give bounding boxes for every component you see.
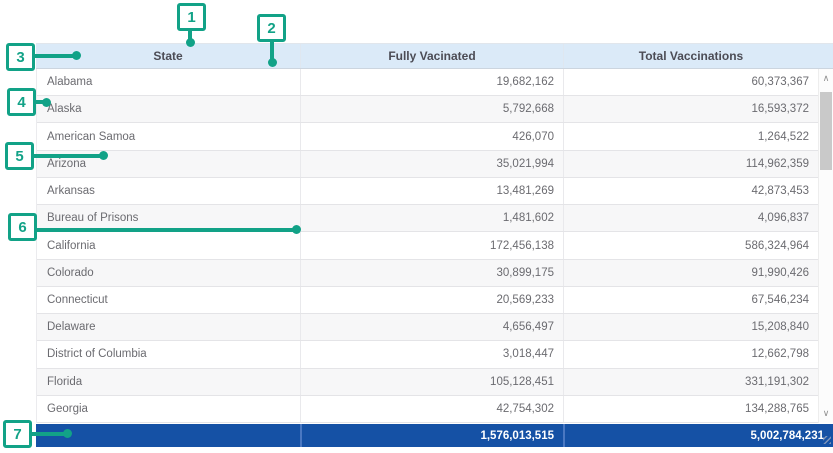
table-row[interactable]: Delaware 4,656,497 15,208,840 bbox=[37, 314, 818, 341]
table-row[interactable]: Florida 105,128,451 331,191,302 bbox=[37, 369, 818, 396]
total-vaccinations-cell: 331,191,302 bbox=[563, 369, 818, 395]
fully-vaccinated-cell: 5,792,668 bbox=[300, 96, 563, 122]
scroll-up-icon[interactable]: ∧ bbox=[819, 72, 833, 85]
state-cell: Alaska bbox=[37, 96, 300, 122]
annotation-dot-6 bbox=[292, 225, 301, 234]
table-body: Alabama 19,682,162 60,373,367 Alaska 5,7… bbox=[36, 69, 818, 423]
fully-vaccinated-cell: 4,656,497 bbox=[300, 314, 563, 340]
fully-vaccinated-cell: 30,899,175 bbox=[300, 260, 563, 286]
table-header-row: State Fully Vacinated Total Vaccinations bbox=[36, 43, 833, 69]
annotation-marker-5: 5 bbox=[5, 142, 34, 170]
annotation-dot-4 bbox=[42, 98, 51, 107]
state-cell: District of Columbia bbox=[37, 341, 300, 367]
fully-vaccinated-cell: 35,021,994 bbox=[300, 151, 563, 177]
annotation-dot-1 bbox=[186, 38, 195, 47]
table-row[interactable]: Alaska 5,792,668 16,593,372 bbox=[37, 96, 818, 123]
annotation-marker-3: 3 bbox=[6, 43, 35, 71]
state-cell: American Samoa bbox=[37, 123, 300, 149]
total-vaccinations-cell: 1,264,522 bbox=[563, 123, 818, 149]
total-vaccinations-cell: 114,962,359 bbox=[563, 151, 818, 177]
fully-vaccinated-cell: 172,456,138 bbox=[300, 232, 563, 258]
scroll-down-icon[interactable]: ∨ bbox=[819, 407, 833, 420]
total-vaccinations-cell: 16,593,372 bbox=[563, 96, 818, 122]
table-row[interactable]: Georgia 42,754,302 134,288,765 bbox=[37, 396, 818, 423]
total-vaccinations-cell: 60,373,367 bbox=[563, 69, 818, 95]
annotation-marker-1: 1 bbox=[177, 3, 206, 31]
annotation-line-5 bbox=[33, 154, 102, 158]
fully-vaccinated-cell: 105,128,451 bbox=[300, 369, 563, 395]
annotation-dot-3 bbox=[72, 51, 81, 60]
annotation-marker-6: 6 bbox=[8, 213, 37, 241]
fully-vaccinated-cell: 13,481,269 bbox=[300, 178, 563, 204]
vaccination-table: State Fully Vacinated Total Vaccinations… bbox=[36, 43, 833, 447]
annotation-line-3 bbox=[33, 54, 75, 58]
table-row[interactable]: District of Columbia 3,018,447 12,662,79… bbox=[37, 341, 818, 368]
annotation-marker-7: 7 bbox=[3, 420, 32, 448]
vertical-scrollbar[interactable]: ∧ ∨ bbox=[818, 69, 833, 423]
state-cell: California bbox=[37, 232, 300, 258]
table-row[interactable]: Alabama 19,682,162 60,373,367 bbox=[37, 69, 818, 96]
table-row[interactable]: American Samoa 426,070 1,264,522 bbox=[37, 123, 818, 150]
table-row[interactable]: California 172,456,138 586,324,964 bbox=[37, 232, 818, 259]
fully-vaccinated-cell: 42,754,302 bbox=[300, 396, 563, 422]
total-vaccinations-cell: 4,096,837 bbox=[563, 205, 818, 231]
scrollbar-thumb[interactable] bbox=[820, 92, 832, 170]
annotation-marker-4: 4 bbox=[7, 88, 36, 116]
column-header-total-vaccinations[interactable]: Total Vaccinations bbox=[563, 44, 818, 68]
state-cell: Georgia bbox=[37, 396, 300, 422]
state-cell: Connecticut bbox=[37, 287, 300, 313]
state-cell: Colorado bbox=[37, 260, 300, 286]
total-vaccinations-cell: 91,990,426 bbox=[563, 260, 818, 286]
fully-vaccinated-cell: 19,682,162 bbox=[300, 69, 563, 95]
annotation-dot-5 bbox=[99, 151, 108, 160]
annotation-dot-2 bbox=[268, 58, 277, 67]
table-row[interactable]: Arkansas 13,481,269 42,873,453 bbox=[37, 178, 818, 205]
total-fully-vaccinated-cell: 1,576,013,515 bbox=[300, 424, 563, 447]
total-vaccinations-cell: 586,324,964 bbox=[563, 232, 818, 258]
fully-vaccinated-cell: 1,481,602 bbox=[300, 205, 563, 231]
state-cell: Alabama bbox=[37, 69, 300, 95]
column-header-fully-vaccinated[interactable]: Fully Vacinated bbox=[300, 44, 563, 68]
table-total-row: 1,576,013,515 5,002,784,231 bbox=[36, 424, 833, 447]
annotation-line-6 bbox=[35, 228, 295, 232]
fully-vaccinated-cell: 20,569,233 bbox=[300, 287, 563, 313]
header-scrollbar-stub bbox=[818, 44, 833, 68]
total-vaccinations-cell: 42,873,453 bbox=[563, 178, 818, 204]
total-total-vaccinations-cell: 5,002,784,231 bbox=[563, 424, 833, 447]
table-row[interactable]: Colorado 30,899,175 91,990,426 bbox=[37, 260, 818, 287]
state-cell: Florida bbox=[37, 369, 300, 395]
resize-grip-icon bbox=[823, 436, 831, 444]
total-vaccinations-cell: 15,208,840 bbox=[563, 314, 818, 340]
screenshot-canvas: State Fully Vacinated Total Vaccinations… bbox=[0, 0, 833, 453]
annotation-marker-2: 2 bbox=[257, 14, 286, 42]
total-vaccinations-cell: 67,546,234 bbox=[563, 287, 818, 313]
fully-vaccinated-cell: 3,018,447 bbox=[300, 341, 563, 367]
total-state-cell bbox=[36, 424, 300, 447]
table-row[interactable]: Arizona 35,021,994 114,962,359 bbox=[37, 151, 818, 178]
state-cell: Arkansas bbox=[37, 178, 300, 204]
table-row[interactable]: Connecticut 20,569,233 67,546,234 bbox=[37, 287, 818, 314]
annotation-dot-7 bbox=[63, 429, 72, 438]
total-vaccinations-cell: 134,288,765 bbox=[563, 396, 818, 422]
annotation-line-7 bbox=[32, 432, 66, 436]
fully-vaccinated-cell: 426,070 bbox=[300, 123, 563, 149]
state-cell: Delaware bbox=[37, 314, 300, 340]
total-vaccinations-cell: 12,662,798 bbox=[563, 341, 818, 367]
